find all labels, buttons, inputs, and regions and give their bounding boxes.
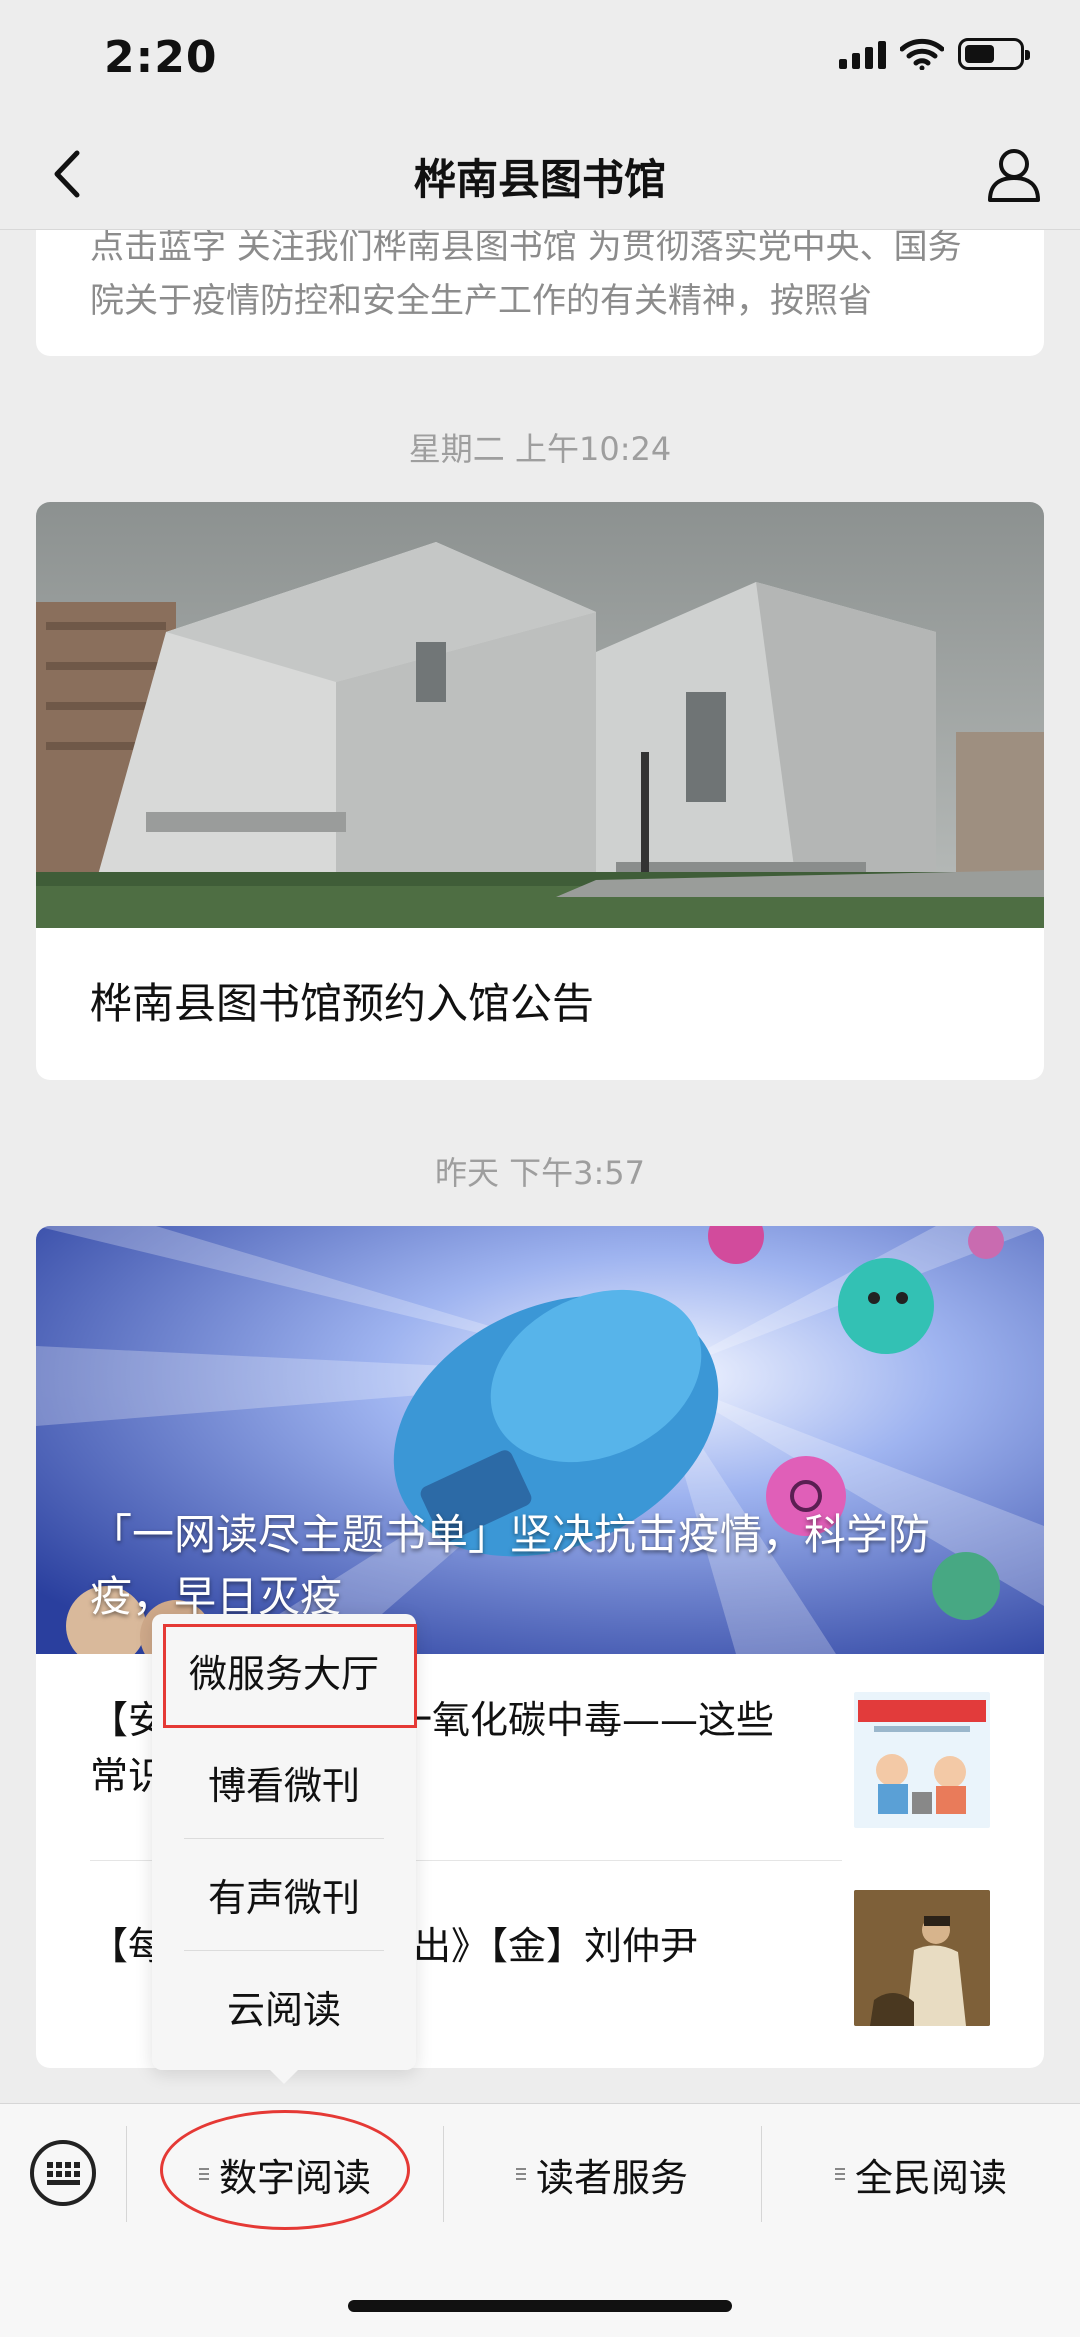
painting-thumb — [854, 1890, 990, 2026]
menu-label: 数字阅读 — [218, 2155, 371, 2200]
menu-label: 全民阅读 — [854, 2155, 1007, 2200]
submenu-popup: 微服务大厅 博看微刊 有声微刊 云阅读 — [152, 1614, 416, 2084]
profile-button[interactable] — [982, 142, 1046, 206]
menu-lines-icon — [198, 2168, 209, 2180]
status-icons — [839, 38, 1030, 70]
announcement-title: 桦南县图书馆预约入馆公告 — [90, 979, 595, 1028]
announcement-card[interactable]: 桦南县图书馆预约入馆公告 — [36, 502, 1044, 1080]
keyboard-toggle-button[interactable] — [30, 2140, 96, 2206]
menu-lines-icon — [515, 2168, 526, 2180]
person-icon — [988, 149, 1040, 202]
keyboard-icon — [46, 2161, 80, 2185]
menu-lines-icon — [834, 2168, 845, 2180]
battery-icon — [958, 38, 1030, 70]
co-poison-poster-thumb — [854, 1692, 990, 1828]
home-indicator[interactable] — [348, 2300, 732, 2312]
page-title: 桦南县图书馆 — [413, 155, 666, 204]
library-building-photo — [36, 502, 1044, 928]
submenu-item-bookan-magazine[interactable]: 博看微刊 — [152, 1726, 416, 1838]
menu-digital-reading[interactable]: 数字阅读 — [127, 2128, 443, 2220]
status-time: 2:20 — [104, 32, 218, 83]
menu-national-reading[interactable]: 全民阅读 — [762, 2128, 1080, 2220]
submenu-item-micro-service-hall[interactable]: 微服务大厅 — [152, 1614, 416, 1726]
banner-title: 「一网读尽主题书单」坚决抗击疫情，科学防疫，早日灭疫 — [90, 1510, 931, 1621]
menu-label: 读者服务 — [535, 2155, 688, 2200]
submenu-item-cloud-reading[interactable]: 云阅读 — [152, 1950, 416, 2062]
message-timestamp: 星期二 上午10:24 — [408, 430, 672, 468]
menu-reader-services[interactable]: 读者服务 — [444, 2128, 760, 2220]
banner-image[interactable]: 「一网读尽主题书单」坚决抗击疫情，科学防疫，早日灭疫 — [36, 1226, 1044, 1654]
status-bar: 2:20 — [0, 0, 1080, 120]
message-timestamp: 昨天 下午3:57 — [434, 1154, 646, 1192]
nav-bar: 桦南县图书馆 — [0, 120, 1080, 230]
wifi-icon — [900, 38, 944, 70]
submenu-item-audio-magazine[interactable]: 有声微刊 — [152, 1838, 416, 1950]
article-snippet: 点击蓝字 关注我们桦南县图书馆 为贯彻落实党中央、国务院关于疫情防控和安全生产工… — [90, 227, 962, 321]
signal-icon — [839, 39, 886, 69]
